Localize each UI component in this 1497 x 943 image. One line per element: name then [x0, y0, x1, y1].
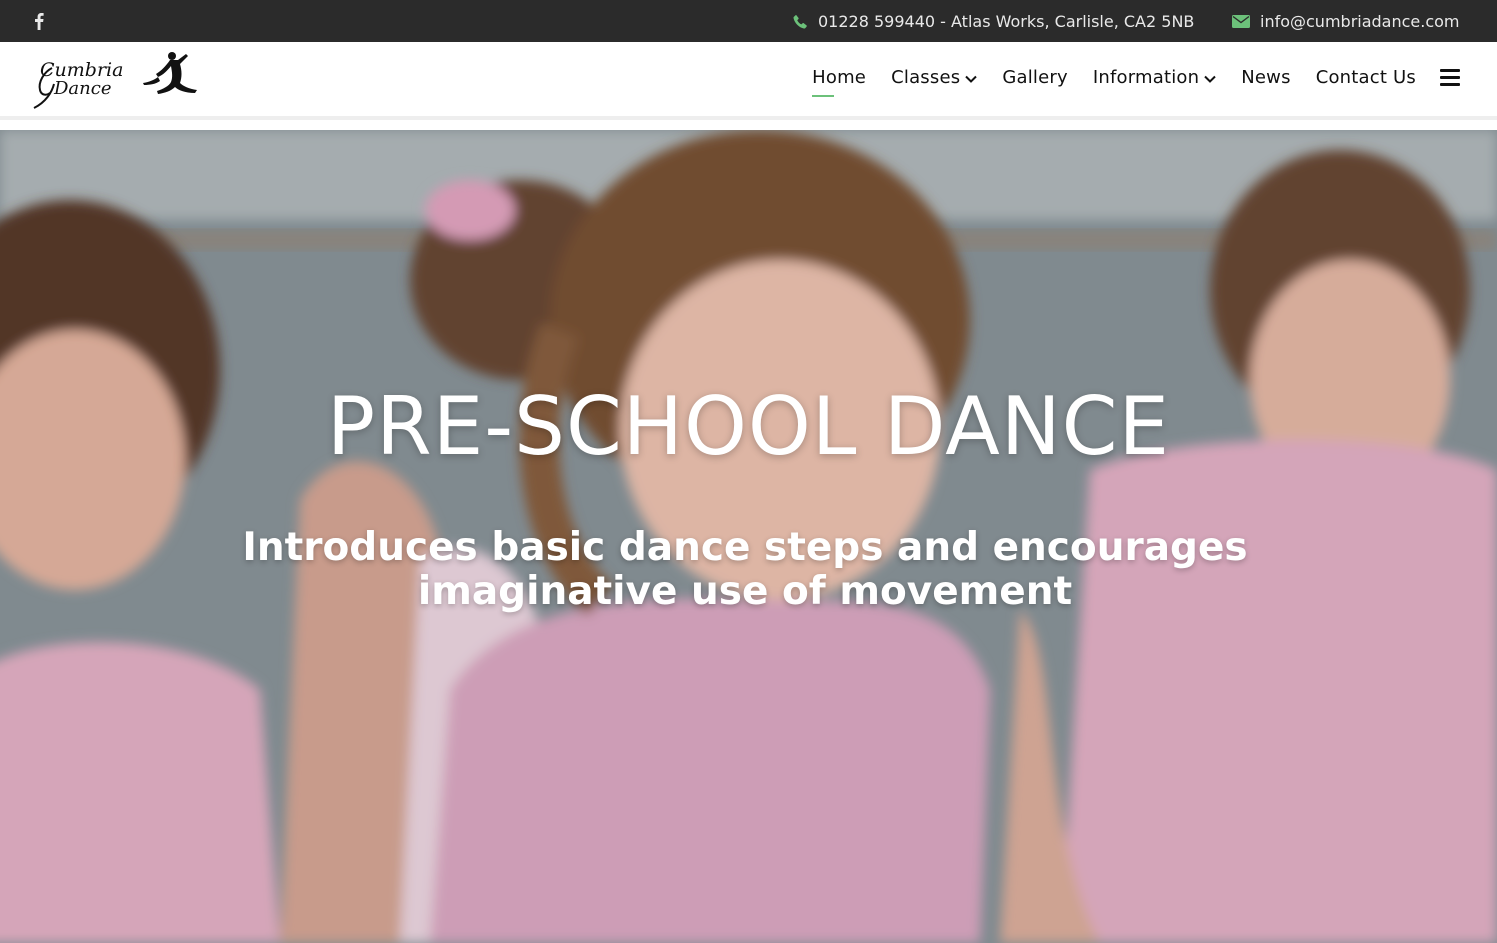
- envelope-icon: [1232, 15, 1250, 28]
- main-menu: Home Classes Gallery Information News Co…: [787, 67, 1460, 97]
- top-bar: 01228 599440 - Atlas Works, Carlisle, CA…: [0, 0, 1497, 42]
- nav-classes[interactable]: Classes: [891, 67, 978, 88]
- nav-contact-us[interactable]: Contact Us: [1316, 67, 1416, 88]
- nav-information[interactable]: Information: [1093, 67, 1216, 88]
- nav-gallery-label: Gallery: [1002, 67, 1068, 88]
- contact-info: 01228 599440 - Atlas Works, Carlisle, CA…: [793, 12, 1194, 31]
- nav-home-label: Home: [812, 67, 867, 88]
- hamburger-menu-icon[interactable]: [1440, 69, 1460, 86]
- hero-subtitle: Introduces basic dance steps and encoura…: [242, 525, 1248, 614]
- hero-banner: PRE-SCHOOL DANCE Introduces basic dance …: [0, 130, 1497, 943]
- contact-text: 01228 599440 - Atlas Works, Carlisle, CA…: [818, 12, 1195, 31]
- email-text[interactable]: info@cumbriadance.com: [1260, 12, 1460, 31]
- phone-icon: [793, 14, 808, 29]
- nav-news[interactable]: News: [1241, 67, 1290, 88]
- hero-title: PRE-SCHOOL DANCE: [326, 380, 1171, 473]
- email-link[interactable]: info@cumbriadance.com: [1232, 12, 1460, 31]
- chevron-down-icon: [1204, 67, 1216, 88]
- main-navbar: Cumbria Dance Home Classes Gallery Infor…: [0, 42, 1497, 120]
- nav-classes-label: Classes: [891, 67, 961, 88]
- logo-text-line2: Dance: [53, 78, 112, 99]
- nav-news-label: News: [1241, 67, 1291, 88]
- site-logo[interactable]: Cumbria Dance: [30, 46, 200, 116]
- chevron-down-icon: [965, 67, 978, 88]
- nav-gallery[interactable]: Gallery: [1002, 67, 1068, 88]
- nav-information-label: Information: [1092, 67, 1200, 88]
- nav-contact-us-label: Contact Us: [1315, 67, 1416, 88]
- facebook-icon[interactable]: [32, 12, 46, 30]
- nav-home[interactable]: Home: [812, 67, 867, 97]
